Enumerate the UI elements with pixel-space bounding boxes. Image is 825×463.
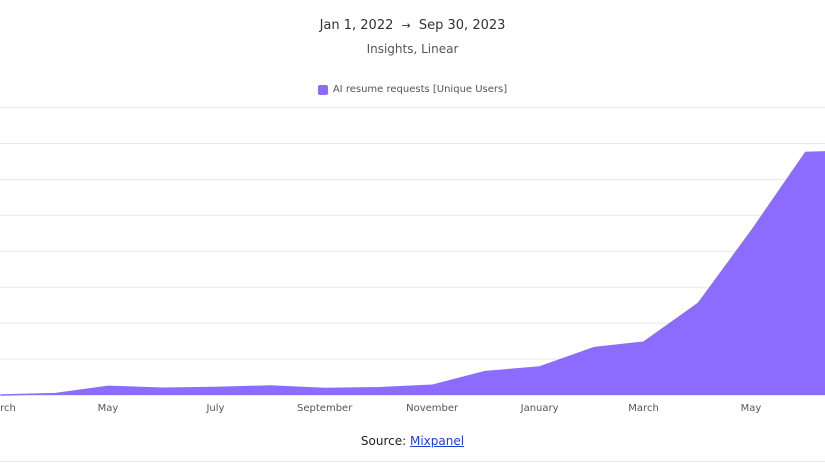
x-tick-label: January	[520, 403, 559, 414]
x-tick-label: November	[406, 403, 459, 414]
x-tick-label: May	[741, 403, 762, 414]
area-chart: March May July September November January Marc…	[0, 107, 825, 414]
source-prefix: Source:	[360, 434, 410, 448]
x-tick-label: September	[297, 403, 353, 414]
chart-page: Jan 1, 2022 → Sep 30, 2023 Insights, Lin…	[0, 0, 825, 463]
x-tick-label: March	[0, 403, 16, 414]
series-area	[0, 151, 825, 395]
x-tick-label: May	[98, 403, 119, 414]
source-note: Source: Mixpanel	[0, 434, 825, 448]
x-tick-label: March	[628, 403, 658, 414]
source-link[interactable]: Mixpanel	[410, 434, 464, 448]
bottom-divider	[0, 461, 825, 462]
x-tick-label: July	[205, 403, 224, 414]
